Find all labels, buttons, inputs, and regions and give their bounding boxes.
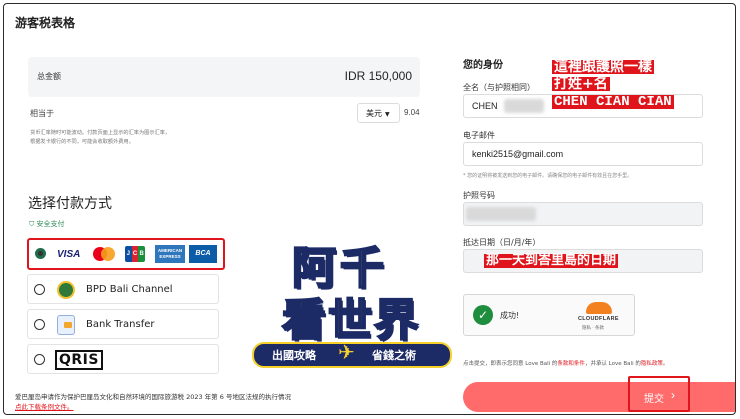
checkmark-icon: ✓ bbox=[473, 305, 493, 325]
email-input[interactable]: kenki2515@gmail.com bbox=[463, 142, 703, 166]
terms-notice: 点击提交，即表示您同意 Love Bali 的条款和条件，并承认 Love Ba… bbox=[463, 361, 669, 367]
watermark-banner-left: 出國攻略 bbox=[272, 349, 316, 362]
currency-select[interactable]: 美元 ▼ bbox=[357, 103, 400, 123]
amex-logo-icon: AMERICAN EXPRESS bbox=[155, 245, 185, 263]
payment-title: 选择付款方式 bbox=[28, 196, 112, 212]
jcb-logo-icon: JCB bbox=[125, 246, 145, 262]
radio-qris[interactable] bbox=[34, 354, 45, 365]
arrival-date-label: 抵达日期（日/月/年） bbox=[463, 238, 541, 247]
currency-disclaimer: 货币汇率随时可能波动。付款页面上显示的汇率为图示汇率， 根据发卡银行的不同，可能… bbox=[30, 129, 270, 147]
watermark-line-2: 看世界 bbox=[281, 294, 420, 347]
identity-title: 您的身份 bbox=[463, 60, 503, 71]
disclaimer-line-2: 根据发卡银行的不同，可能会收取额外费用。 bbox=[30, 139, 134, 145]
secure-payment-label: ⛉ 安全支付 bbox=[29, 220, 65, 228]
shield-icon: ⛉ bbox=[29, 220, 35, 228]
equivalent-value: 9.04 bbox=[404, 108, 420, 117]
terms-link[interactable]: 条款和条件 bbox=[557, 361, 585, 367]
email-hint: * 您的证明将被发送到您的电子邮件。请确保您的电子邮件有效且在您手里。 bbox=[463, 173, 633, 179]
redacted-name-blur bbox=[504, 99, 544, 113]
payment-option-card[interactable]: VISA JCB AMERICAN EXPRESS BCA bbox=[27, 238, 225, 270]
cloudflare-captcha[interactable]: ✓ 成功! CLOUDFLARE 隐私 · 条款 bbox=[463, 294, 635, 336]
passport-label: 护照号码 bbox=[463, 191, 495, 200]
redacted-passport-blur bbox=[466, 207, 536, 221]
captcha-status: 成功! bbox=[500, 311, 520, 320]
bank-transfer-icon bbox=[57, 315, 75, 335]
email-value: kenki2515@gmail.com bbox=[472, 149, 564, 159]
watermark-logo: 阿千 看世界 出國攻略 ✈ 省錢之術 bbox=[252, 232, 452, 384]
cloudflare-brand: CLOUDFLARE bbox=[578, 316, 619, 322]
cloudflare-logo-icon bbox=[586, 302, 612, 314]
email-label: 电子邮件 bbox=[463, 131, 495, 140]
total-label: 总金额 bbox=[37, 72, 61, 81]
total-amount-box: 总金额 IDR 150,000 bbox=[28, 57, 420, 97]
payment-option-label: Bank Transfer bbox=[86, 319, 155, 330]
radio-bank-transfer[interactable] bbox=[34, 319, 45, 330]
currency-value: 美元 bbox=[366, 109, 382, 118]
equivalent-label: 相当于 bbox=[30, 109, 54, 118]
download-regulation-link[interactable]: 点此下载条例文件。 bbox=[15, 401, 74, 411]
page-title: 游客税表格 bbox=[15, 16, 76, 30]
bpd-bali-logo-icon bbox=[57, 281, 75, 299]
payment-option-bank-transfer[interactable]: Bank Transfer bbox=[27, 309, 219, 339]
qris-logo-icon: QRIS bbox=[55, 350, 103, 370]
chevron-down-icon: ▼ bbox=[385, 111, 390, 118]
payment-option-bpd[interactable]: BPD Bali Channel bbox=[27, 274, 219, 304]
airplane-icon: ✈ bbox=[338, 342, 355, 364]
annotation-line-3: CHEN CIAN CIAN bbox=[552, 94, 674, 110]
fullname-label: 全名（与护照相同） bbox=[463, 83, 535, 92]
regulation-text: 爱巴厘岛申请作为保护巴厘岛文化和自然环境的国际旅游税 2023 年第 6 号地区… bbox=[15, 393, 291, 401]
submit-button[interactable] bbox=[463, 382, 735, 412]
form-frame: 游客税表格 总金额 IDR 150,000 相当于 美元 ▼ 9.04 货币汇率随… bbox=[3, 3, 736, 415]
mastercard-logo-icon bbox=[93, 247, 115, 261]
disclaimer-line-1: 货币汇率随时可能波动。付款页面上显示的汇率为图示汇率， bbox=[30, 130, 171, 136]
radio-card[interactable] bbox=[35, 248, 46, 259]
radio-bpd[interactable] bbox=[34, 284, 45, 295]
visa-logo-icon: VISA bbox=[57, 249, 81, 260]
annotation-arrival-note: 那一天到峇里島的日期 bbox=[484, 253, 619, 268]
annotation-line-1: 這裡跟護照一樣 bbox=[552, 59, 654, 75]
bca-logo-icon: BCA bbox=[189, 245, 217, 263]
total-amount: IDR 150,000 bbox=[344, 69, 412, 83]
watermark-banner-right: 省錢之術 bbox=[372, 349, 416, 362]
payment-option-label: BPD Bali Channel bbox=[86, 284, 173, 295]
payment-option-qris[interactable]: QRIS bbox=[27, 344, 219, 374]
fullname-value: CHEN bbox=[472, 101, 498, 111]
submit-highlight-box bbox=[628, 376, 690, 412]
privacy-link[interactable]: 隐私政策 bbox=[641, 361, 663, 367]
captcha-links[interactable]: 隐私 · 条款 bbox=[582, 325, 604, 331]
annotation-line-2: 打姓+名 bbox=[552, 76, 610, 92]
